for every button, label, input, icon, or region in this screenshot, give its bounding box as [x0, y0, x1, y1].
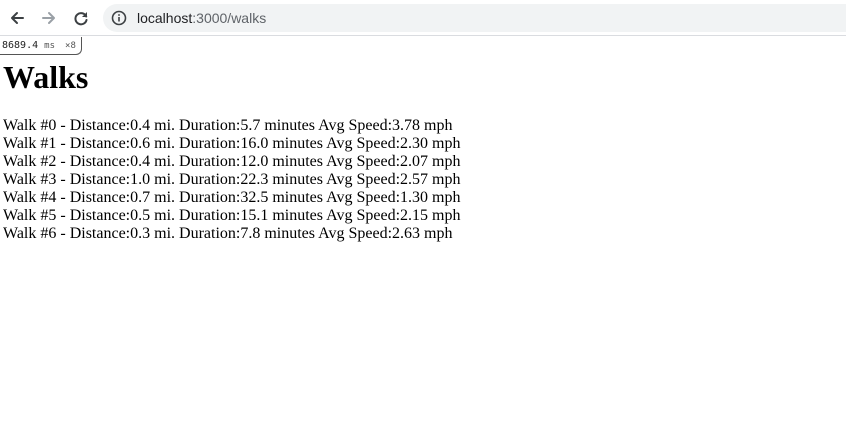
page-title: Walks: [3, 59, 89, 95]
url-path: :3000/walks: [192, 10, 267, 26]
reload-icon: [74, 12, 88, 26]
arrow-left-icon: [11, 12, 24, 24]
address-bar[interactable]: localhost:3000/walks: [103, 4, 846, 32]
url-host: localhost: [137, 10, 193, 26]
back-button[interactable]: [6, 7, 28, 29]
walk-item: Walk #6 - Distance:0.3 mi. Duration:7.8 …: [3, 225, 453, 242]
walk-item: Walk #4 - Distance:0.7 mi. Duration:32.5…: [3, 189, 461, 206]
forward-button[interactable]: [38, 7, 60, 29]
arrow-right-icon: [42, 12, 55, 24]
render-time-badge: 8689.4 ms ×8: [0, 37, 82, 55]
walk-list: Walk #0 - Distance:0.4 mi. Duration:5.7 …: [3, 117, 460, 243]
browser-toolbar: localhost:3000/walks: [0, 0, 846, 36]
walk-item: Walk #3 - Distance:1.0 mi. Duration:22.3…: [3, 171, 461, 188]
render-count: ×8: [65, 41, 76, 51]
walk-item: Walk #0 - Distance:0.4 mi. Duration:5.7 …: [3, 117, 453, 134]
render-time-value: 8689.4: [2, 40, 39, 51]
walk-item: Walk #5 - Distance:0.5 mi. Duration:15.1…: [3, 207, 461, 224]
reload-button[interactable]: [70, 7, 92, 29]
walk-item: Walk #2 - Distance:0.4 mi. Duration:12.0…: [3, 153, 461, 170]
walk-item: Walk #1 - Distance:0.6 mi. Duration:16.0…: [3, 135, 461, 152]
render-time-unit: ms: [44, 41, 55, 51]
info-circle-icon[interactable]: [111, 10, 127, 26]
url-text[interactable]: localhost:3000/walks: [137, 9, 266, 27]
